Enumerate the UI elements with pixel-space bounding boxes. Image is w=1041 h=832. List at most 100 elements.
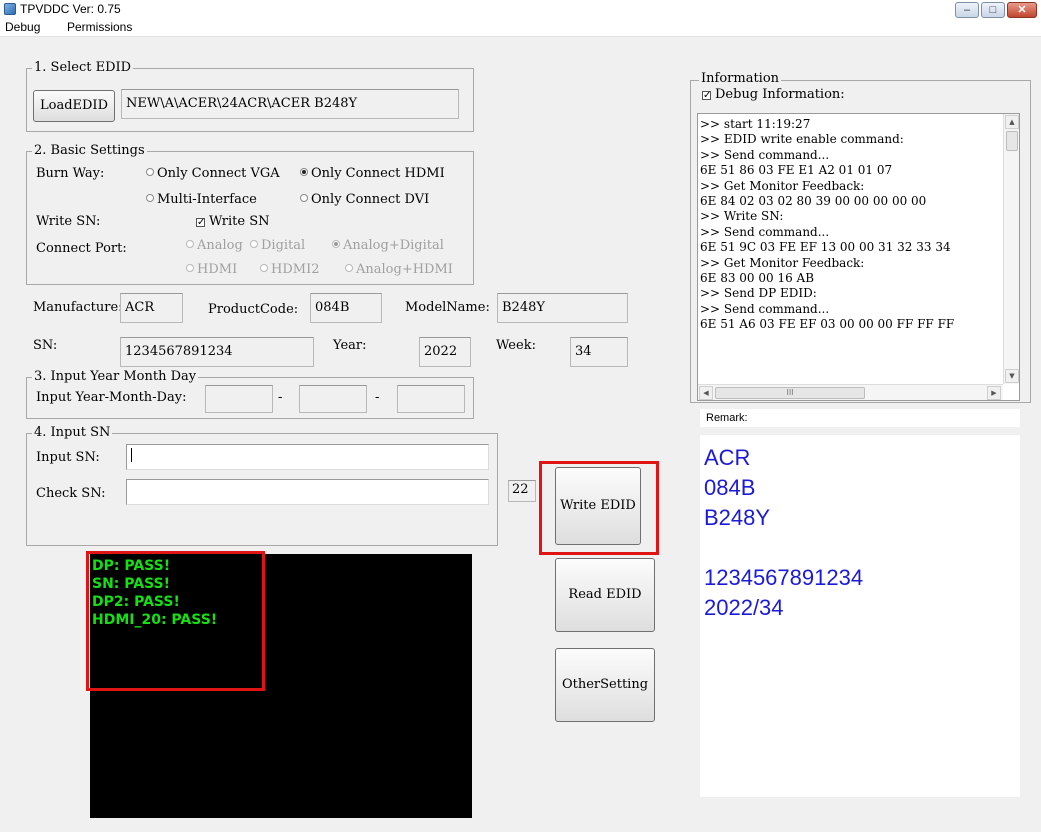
- remark-model-name: B248Y: [704, 505, 771, 530]
- ymd-separator-1: -: [278, 390, 283, 405]
- remark-sn: 1234567891234: [704, 565, 864, 590]
- radio-port-analog[interactable]: Analog: [186, 238, 243, 253]
- log-line: >> Send command...: [700, 301, 830, 316]
- result-list: DP: PASS! SN: PASS! DP2: PASS! HDMI_20: …: [92, 557, 217, 629]
- ymd-day-input[interactable]: [397, 385, 465, 413]
- radio-icon: [300, 168, 308, 176]
- product-code-label: ProductCode:: [208, 302, 299, 317]
- year-label: Year:: [333, 338, 367, 353]
- load-edid-button[interactable]: LoadEDID: [33, 90, 115, 122]
- h-scroll-thumb[interactable]: III: [715, 387, 865, 399]
- radio-port-hdmi[interactable]: HDMI: [186, 262, 237, 277]
- menu-permissions[interactable]: Permissions: [67, 20, 132, 34]
- other-setting-button[interactable]: OtherSetting: [555, 648, 655, 722]
- radio-icon: [186, 264, 194, 272]
- year-month-day-label: Input Year-Month-Day:: [36, 390, 187, 405]
- result-dp: DP: PASS!: [92, 558, 171, 574]
- week-label: Week:: [496, 338, 536, 353]
- remark-blank: [704, 533, 863, 563]
- result-sn: SN: PASS!: [92, 576, 171, 592]
- radio-only-connect-dvi[interactable]: Only Connect DVI: [300, 192, 429, 207]
- result-hdmi20: HDMI_20: PASS!: [92, 612, 218, 628]
- edid-path-field: NEW\A\ACER\24ACR\ACER B248Y: [121, 89, 459, 119]
- read-edid-button[interactable]: Read EDID: [555, 558, 655, 632]
- radio-multi-interface[interactable]: Multi-Interface: [146, 192, 257, 207]
- scroll-right-icon[interactable]: ▶: [987, 386, 1001, 400]
- ymd-year-input[interactable]: [205, 385, 273, 413]
- scroll-down-icon[interactable]: ▼: [1005, 369, 1019, 383]
- log-line: 6E 83 00 00 16 AB: [700, 271, 815, 286]
- log-line: 6E 51 A6 03 FE EF 03 00 00 00 FF FF FF: [700, 317, 955, 332]
- connect-port-label: Connect Port:: [36, 241, 127, 256]
- check-sn-field[interactable]: [126, 479, 489, 505]
- radio-port-hdmi2[interactable]: HDMI2: [260, 262, 319, 277]
- radio-icon: [146, 168, 154, 176]
- title-bar: TPVDDC Ver: 0.75 – □ ✕: [0, 0, 1041, 18]
- radio-only-connect-hdmi[interactable]: Only Connect HDMI: [300, 166, 445, 181]
- menu-bar: Debug Permissions: [0, 18, 1041, 37]
- scroll-left-icon[interactable]: ◀: [699, 386, 713, 400]
- remark-label: Remark:: [700, 409, 1020, 427]
- radio-icon: [332, 240, 340, 248]
- remark-year-week: 2022/34: [704, 595, 784, 620]
- manufacture-label: Manufacture:: [33, 300, 123, 315]
- radio-icon: [300, 194, 308, 202]
- radio-port-analog-hdmi[interactable]: Analog+HDMI: [345, 262, 453, 277]
- radio-icon: [146, 194, 154, 202]
- week-field: 34: [570, 337, 628, 367]
- ymd-separator-2: -: [375, 390, 380, 405]
- log-line: >> start 11:19:27: [700, 117, 811, 131]
- checkbox-icon: ✓: [702, 90, 712, 101]
- log-line: >> Send command...: [700, 224, 830, 239]
- log-line: 6E 84 02 03 02 80 39 00 00 00 00 00: [700, 194, 927, 209]
- input-sn-legend: 4. Input SN: [32, 425, 113, 440]
- write-edid-highlight: [539, 461, 659, 555]
- product-code-field: 084B: [310, 293, 382, 323]
- result-dp2: DP2: PASS!: [92, 594, 180, 610]
- close-button[interactable]: ✕: [1007, 2, 1037, 18]
- scroll-thumb[interactable]: [1006, 131, 1018, 151]
- manufacture-field: ACR: [120, 293, 183, 323]
- select-edid-legend: 1. Select EDID: [32, 60, 134, 75]
- write-sn-checkbox[interactable]: ✓ Write SN: [196, 214, 269, 229]
- log-vertical-scrollbar[interactable]: ▲ ▼: [1003, 114, 1019, 384]
- app-icon: [4, 3, 16, 15]
- remark-manufacturer: ACR: [704, 445, 751, 470]
- log-line: >> Send DP EDID:: [700, 286, 817, 301]
- remark-lines: ACR 084B B248Y 1234567891234 2022/34: [704, 443, 863, 623]
- radio-only-connect-vga[interactable]: Only Connect VGA: [146, 166, 280, 181]
- input-sn-field[interactable]: [126, 444, 489, 470]
- debug-log[interactable]: >> start 11:19:27 >> EDID write enable c…: [697, 113, 1020, 401]
- debug-information-checkbox[interactable]: ✓ Debug Information:: [702, 87, 845, 102]
- ymd-month-input[interactable]: [299, 385, 367, 413]
- checkbox-icon: ✓: [196, 217, 206, 228]
- log-lines: >> start 11:19:27 >> EDID write enable c…: [700, 117, 1005, 333]
- log-line: 6E 51 86 03 FE E1 A2 01 01 07: [700, 163, 893, 178]
- maximize-button[interactable]: □: [981, 2, 1005, 18]
- basic-settings-legend: 2. Basic Settings: [32, 143, 147, 158]
- radio-icon: [260, 264, 268, 272]
- window-title: TPVDDC Ver: 0.75: [20, 2, 121, 16]
- log-line: 6E 51 9C 03 FE EF 13 00 00 31 32 33 34: [700, 240, 951, 255]
- menu-debug[interactable]: Debug: [5, 20, 40, 34]
- radio-port-analog-digital[interactable]: Analog+Digital: [332, 238, 444, 253]
- minimize-button[interactable]: –: [955, 2, 979, 18]
- log-line: >> Get Monitor Feedback:: [700, 255, 865, 270]
- write-sn-label: Write SN:: [36, 214, 101, 229]
- log-line: >> Write SN:: [700, 209, 784, 224]
- sn-field: 1234567891234: [120, 337, 314, 367]
- model-name-field: B248Y: [497, 293, 628, 323]
- radio-port-digital[interactable]: Digital: [250, 238, 305, 253]
- radio-icon: [186, 240, 194, 248]
- model-name-label: ModelName:: [405, 300, 490, 315]
- remark-panel: ACR 084B B248Y 1234567891234 2022/34: [700, 435, 1020, 797]
- sn-length-field: 22: [508, 480, 536, 502]
- burn-way-label: Burn Way:: [36, 166, 105, 181]
- remark-product-code: 084B: [704, 475, 756, 500]
- scroll-up-icon[interactable]: ▲: [1005, 115, 1019, 129]
- log-line: >> EDID write enable command:: [700, 132, 904, 147]
- radio-icon: [250, 240, 258, 248]
- radio-icon: [345, 264, 353, 272]
- log-horizontal-scrollbar[interactable]: ◀ III ▶: [698, 384, 1003, 400]
- input-sn-label: Input SN:: [36, 450, 100, 465]
